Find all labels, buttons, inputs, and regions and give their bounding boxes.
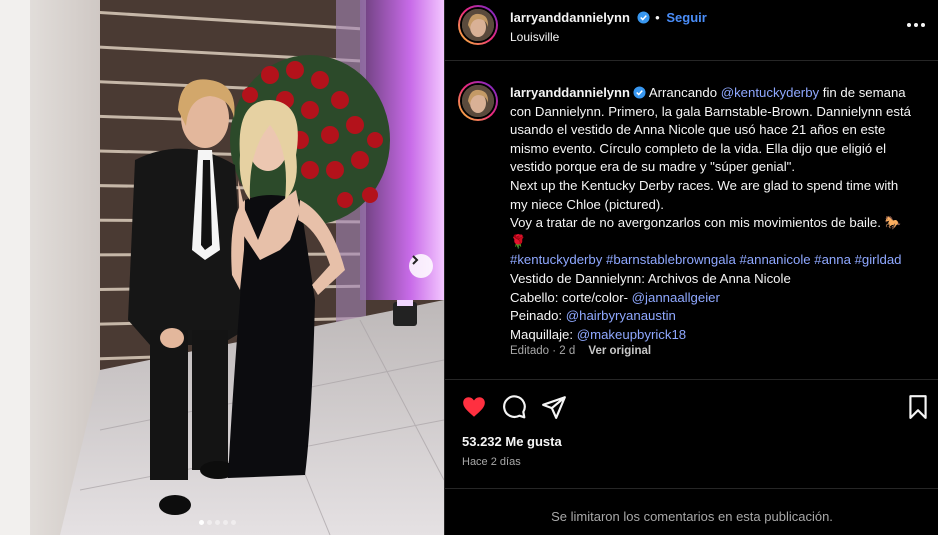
see-original-button[interactable]: Ver original <box>588 345 651 357</box>
location-link[interactable]: Louisville <box>510 30 559 44</box>
caption-username[interactable]: larryanddannielynn <box>510 85 630 100</box>
verified-icon <box>637 11 650 24</box>
caption-text-segment: Cabello: corte/color- <box>510 289 632 305</box>
follow-button[interactable]: Seguir <box>666 10 706 25</box>
caption-meta: Editado · 2 d Ver original <box>510 345 651 357</box>
caption-link[interactable]: @jannaallgeier <box>632 290 720 305</box>
comments-disabled-notice: Se limitaron los comentarios en esta pub… <box>445 488 938 535</box>
caption-line: vestido porque era de su madre y "súper … <box>510 158 935 177</box>
caption-text-segment: mismo evento. Círculo completo de la vid… <box>510 140 887 156</box>
more-options-icon[interactable] <box>907 17 927 33</box>
caption-text: larryanddannielynn Arrancando @kentuckyd… <box>510 84 935 344</box>
caption-text-segment: Maquillaje: <box>510 326 577 342</box>
caption-text-segment: 🌹 <box>510 233 527 249</box>
avatar-image <box>462 9 494 41</box>
caption-line: Maquillaje: @makeupbyrick18 <box>510 326 935 345</box>
caption-text-segment: Vestido de Dannielynn: Archivos de Anna … <box>510 270 791 286</box>
caption-text-segment: vestido porque era de su madre y "súper … <box>510 159 795 175</box>
caption-line: Next up the Kentucky Derby races. We are… <box>510 177 935 196</box>
caption-text-segment: Voy a tratar de no avergonzarlos con mis… <box>510 215 901 231</box>
caption-section: larryanddannielynn Arrancando @kentuckyd… <box>445 62 938 380</box>
caption-line: larryanddannielynn Arrancando @kentuckyd… <box>510 84 935 103</box>
caption-link[interactable]: #kentuckyderby #barnstablebrowngala #ann… <box>510 252 902 267</box>
carousel-indicator <box>199 520 236 525</box>
verified-icon <box>633 86 646 99</box>
edited-label: Editado · 2 d <box>510 345 576 357</box>
post-details-panel: larryanddannielynn • Seguir Louisville l… <box>444 0 938 535</box>
likes-count[interactable]: 53.232 Me gusta <box>462 434 562 449</box>
avatar-image <box>462 85 494 117</box>
caption-line: con Dannielynn. Primero, la gala Barnsta… <box>510 103 935 122</box>
caption-line: my niece Chloe (pictured). <box>510 196 935 215</box>
caption-line: 🌹 <box>510 233 935 252</box>
caption-text-segment: con Dannielynn. Primero, la gala Barnsta… <box>510 103 911 119</box>
post-header: larryanddannielynn • Seguir Louisville <box>445 0 938 61</box>
photo-scene <box>0 0 444 535</box>
caption-line: Voy a tratar de no avergonzarlos con mis… <box>510 214 935 233</box>
username[interactable]: larryanddannielynn <box>510 10 630 25</box>
caption-line: mismo evento. Círculo completo de la vid… <box>510 140 935 159</box>
caption-text-segment: Arrancando <box>645 85 721 100</box>
carousel-dot <box>199 520 204 525</box>
caption-link[interactable]: @makeupbyrick18 <box>577 327 686 342</box>
comment-icon[interactable] <box>501 394 527 420</box>
carousel-dot <box>207 520 212 525</box>
post-photo[interactable] <box>0 0 444 535</box>
caption-text-segment: Peinado: <box>510 308 566 324</box>
action-bar <box>445 381 938 431</box>
caption-text-segment: Next up the Kentucky Derby races. We are… <box>510 177 899 193</box>
heart-icon[interactable] <box>461 394 487 420</box>
bookmark-icon[interactable] <box>905 394 931 420</box>
share-icon[interactable] <box>541 394 567 420</box>
carousel-next-button[interactable] <box>409 254 433 278</box>
avatar[interactable] <box>458 81 498 121</box>
caption-line: usando el vestido de Anna Nicole que usó… <box>510 121 935 140</box>
chevron-right-icon <box>412 255 419 265</box>
caption-line: Vestido de Dannielynn: Archivos de Anna … <box>510 270 935 289</box>
carousel-dot <box>223 520 228 525</box>
caption-link[interactable]: @kentuckyderby <box>721 85 819 100</box>
carousel-dot <box>231 520 236 525</box>
caption-link[interactable]: @hairbyryanaustin <box>566 308 676 323</box>
separator-dot: • <box>655 10 660 25</box>
avatar[interactable] <box>458 5 498 45</box>
caption-line: Cabello: corte/color- @jannaallgeier <box>510 289 935 308</box>
caption-line: #kentuckyderby #barnstablebrowngala #ann… <box>510 251 935 270</box>
caption-line: Peinado: @hairbyryanaustin <box>510 307 935 326</box>
caption-text-segment: my niece Chloe (pictured). <box>510 196 664 212</box>
carousel-dot <box>215 520 220 525</box>
post-timestamp: Hace 2 días <box>462 456 521 468</box>
caption-text-segment: usando el vestido de Anna Nicole que usó… <box>510 122 886 138</box>
caption-text-segment: fin de semana <box>819 85 906 100</box>
